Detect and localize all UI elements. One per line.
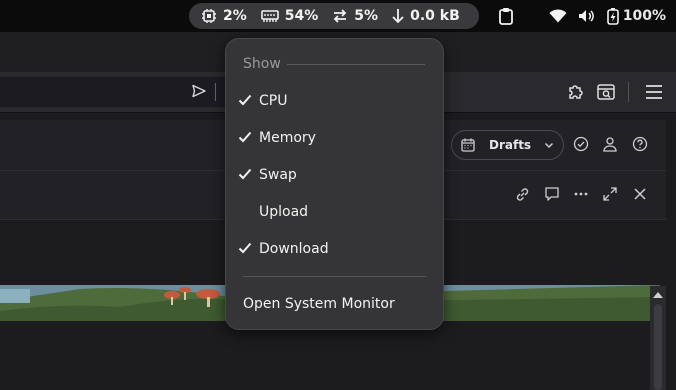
clipboard-icon[interactable]: [498, 7, 514, 25]
menu-divider: [243, 276, 426, 277]
search-tabs-icon[interactable]: [596, 82, 616, 102]
memory-icon: [260, 10, 279, 22]
swap-arrows-icon: [334, 9, 347, 23]
swap-value: 5%: [354, 8, 379, 24]
system-monitor-indicator[interactable]: 2% 54% 5% 0.0 kB: [189, 3, 479, 29]
hamburger-menu-icon[interactable]: [645, 82, 663, 102]
menu-section-header: Show: [243, 56, 281, 72]
memory-indicator: 54%: [260, 8, 319, 24]
cpu-value: 2%: [223, 8, 247, 24]
top-panel: 2% 54% 5% 0.0 kB 100%: [0, 0, 676, 32]
menu-item-label: Upload: [259, 203, 309, 220]
checkmark-icon: [238, 131, 252, 143]
system-status-area[interactable]: 100%: [549, 0, 666, 32]
checkmark-icon: [238, 242, 252, 254]
memory-value: 54%: [284, 8, 319, 24]
system-monitor-menu: Show CPU Memory Swap Upload Download Ope…: [225, 38, 444, 330]
menu-item-memory[interactable]: Memory: [226, 119, 443, 156]
download-value: 0.0 kB: [410, 8, 460, 24]
chevron-down-icon: [544, 142, 554, 149]
extensions-icon[interactable]: [566, 82, 586, 102]
volume-icon: [578, 10, 594, 22]
send-icon[interactable]: [192, 84, 206, 98]
menu-item-label: Download: [259, 240, 329, 257]
address-bar-divider: [215, 83, 216, 101]
check-circle-icon[interactable]: [573, 136, 589, 152]
menu-item-swap[interactable]: Swap: [226, 156, 443, 193]
download-arrow-icon: [392, 9, 404, 24]
menu-item-label: Memory: [259, 129, 316, 146]
comment-icon[interactable]: [544, 186, 560, 202]
calendar-icon: [461, 138, 475, 152]
expand-icon[interactable]: [603, 187, 617, 201]
scrollbar-thumb[interactable]: [654, 304, 662, 390]
menu-item-download[interactable]: Download: [226, 230, 443, 267]
cpu-icon: [202, 9, 216, 23]
scrollbar[interactable]: [650, 286, 666, 390]
download-indicator: 0.0 kB: [392, 8, 460, 24]
share-users-icon[interactable]: [602, 136, 618, 152]
drafts-dropdown[interactable]: Drafts: [451, 130, 564, 160]
toolbar-divider: [628, 82, 629, 102]
cpu-indicator: 2%: [201, 8, 247, 24]
battery-charging-icon: [606, 8, 619, 25]
drafts-label: Drafts: [489, 138, 532, 152]
battery-percentage: 100%: [622, 8, 666, 24]
menu-item-label: CPU: [259, 92, 288, 109]
checkmark-icon: [238, 94, 252, 106]
scroll-up-arrow-icon[interactable]: [650, 288, 666, 302]
menu-item-cpu[interactable]: CPU: [226, 82, 443, 119]
close-icon[interactable]: [633, 187, 647, 201]
open-system-monitor-item[interactable]: Open System Monitor: [243, 296, 395, 312]
menu-header-line: [287, 64, 425, 65]
more-options-icon[interactable]: [573, 190, 589, 198]
checkmark-icon: [238, 168, 252, 180]
link-icon[interactable]: [515, 187, 530, 202]
wifi-icon: [549, 9, 567, 23]
menu-item-upload[interactable]: Upload: [226, 193, 443, 230]
swap-indicator: 5%: [332, 8, 378, 24]
menu-item-label: Swap: [259, 166, 297, 183]
help-icon[interactable]: [632, 136, 648, 152]
